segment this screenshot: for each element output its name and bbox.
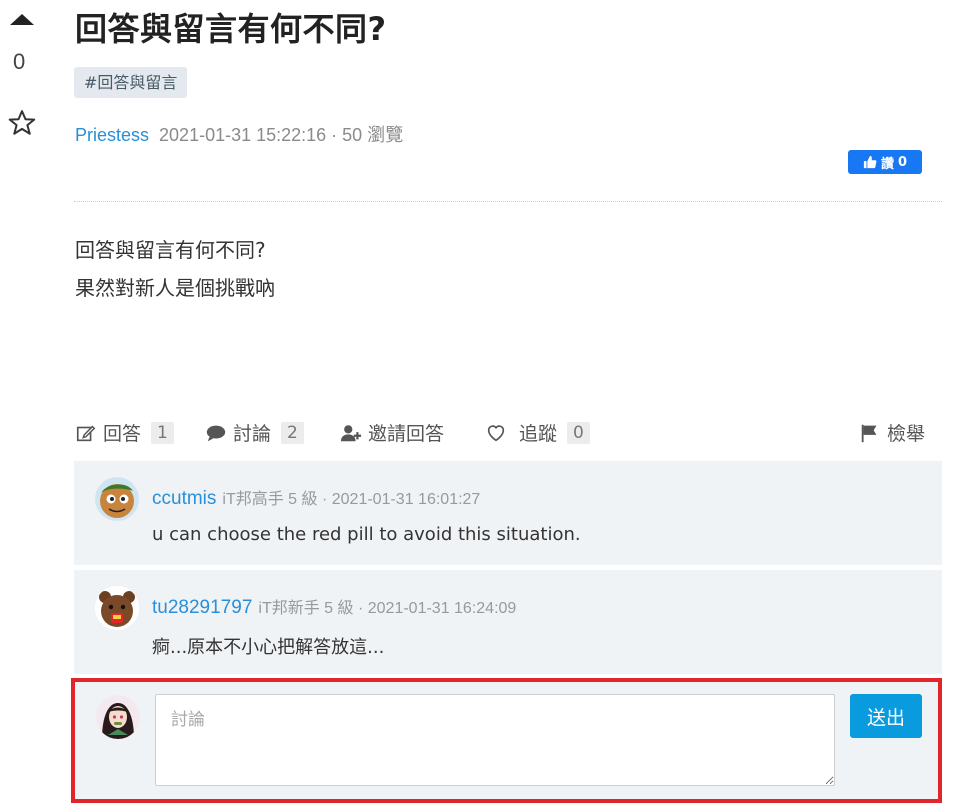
- submit-button[interactable]: 送出: [850, 694, 922, 738]
- action-bar: 回答 1 討論 2 邀請回答 追蹤 0 檢舉: [75, 419, 931, 447]
- like-label: 讚: [880, 156, 894, 172]
- star-icon[interactable]: [7, 108, 37, 138]
- answer-label: 回答: [103, 423, 142, 445]
- comment-date: · 2021-01-31 16:24:09: [357, 600, 517, 617]
- comment-header: ccutmis iT邦高手 5 級 · 2021-01-31 16:01:27: [152, 485, 480, 510]
- body-line: 回答與留言有何不同?: [75, 238, 266, 262]
- facebook-like-button[interactable]: 讚 0: [848, 150, 922, 174]
- follow-button[interactable]: 追蹤 0: [485, 419, 590, 446]
- divider: [74, 201, 942, 202]
- add-user-icon: [340, 424, 362, 441]
- author-link[interactable]: Priestess: [75, 125, 149, 145]
- comment-header: tu28291797 iT邦新手 5 級 · 2021-01-31 16:24:0…: [152, 594, 516, 619]
- avatar[interactable]: [95, 586, 139, 630]
- vote-count: 0: [13, 49, 26, 74]
- comment-compose-area: 送出: [71, 678, 942, 803]
- report-label: 檢舉: [887, 423, 926, 445]
- page-title: 回答與留言有何不同?: [75, 10, 387, 48]
- discussion-input[interactable]: [155, 694, 835, 786]
- question-body: 回答與留言有何不同? 果然對新人是個挑戰吶: [75, 231, 275, 307]
- comment-text: 痾...原本不小心把解答放這...: [152, 637, 385, 658]
- question-meta: Priestess 2021-01-31 15:22:16 · 50 瀏覽: [75, 121, 403, 147]
- tag-badge[interactable]: #回答與留言: [74, 67, 188, 98]
- flag-icon: [861, 424, 877, 442]
- commenter-name[interactable]: ccutmis: [152, 488, 216, 509]
- comment-icon: [206, 425, 226, 441]
- answer-count-badge: 1: [151, 421, 174, 444]
- thumbs-up-icon: [863, 155, 877, 169]
- post-date: 2021-01-31 15:22:16 · 50 瀏覽: [159, 125, 404, 145]
- discuss-label: 討論: [233, 423, 272, 445]
- avatar[interactable]: [95, 477, 139, 521]
- follow-count-badge: 0: [567, 421, 590, 444]
- commenter-rank: iT邦新手 5 級: [258, 600, 354, 617]
- comment-item: ccutmis iT邦高手 5 級 · 2021-01-31 16:01:27 u…: [74, 461, 942, 565]
- edit-icon: [76, 425, 96, 441]
- invite-answer-button[interactable]: 邀請回答: [340, 419, 444, 446]
- comment-item: tu28291797 iT邦新手 5 級 · 2021-01-31 16:24:0…: [74, 570, 942, 674]
- comment-date: · 2021-01-31 16:01:27: [321, 491, 481, 508]
- heart-icon: [487, 424, 505, 441]
- invite-label: 邀請回答: [368, 423, 445, 445]
- discuss-count-badge: 2: [281, 421, 304, 444]
- body-line: 果然對新人是個挑戰吶: [75, 276, 275, 300]
- follow-label: 追蹤: [519, 423, 558, 445]
- commenter-name[interactable]: tu28291797: [152, 597, 252, 618]
- commenter-rank: iT邦高手 5 級: [222, 491, 318, 508]
- upvote-arrow-icon[interactable]: [10, 14, 34, 25]
- like-count: 0: [897, 154, 908, 170]
- discuss-button[interactable]: 討論 2: [205, 419, 304, 446]
- answer-button[interactable]: 回答 1: [75, 419, 174, 446]
- comment-text: u can choose the red pill to avoid this …: [152, 524, 581, 545]
- report-button[interactable]: 檢舉: [859, 419, 925, 446]
- current-user-avatar: [96, 695, 140, 739]
